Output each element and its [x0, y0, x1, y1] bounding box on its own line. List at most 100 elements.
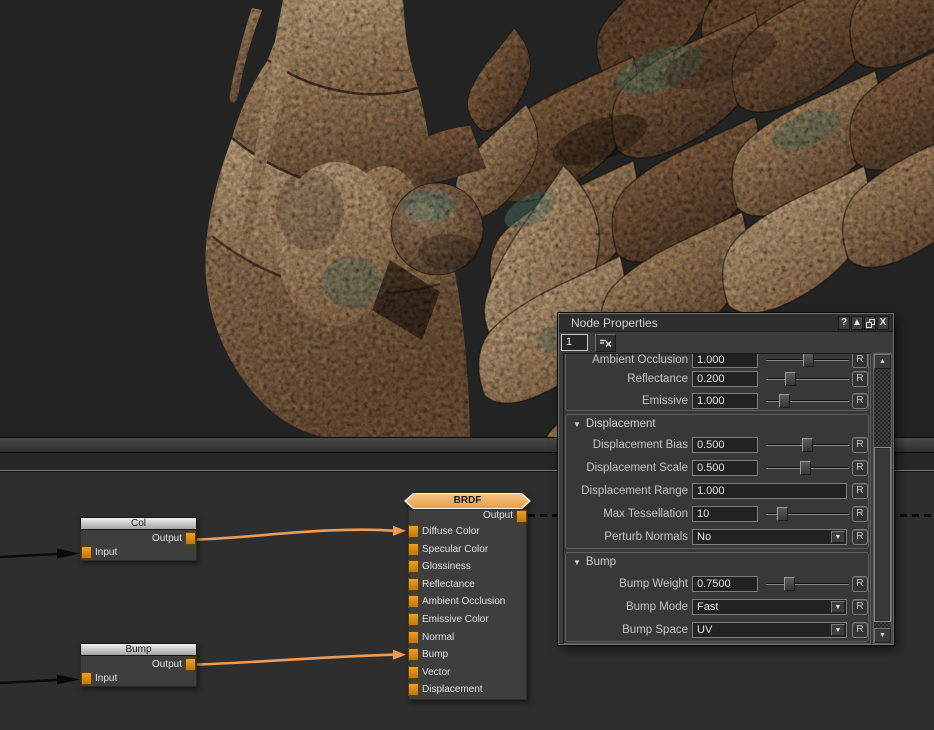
brdf-input-label: Normal	[422, 632, 454, 643]
displacement-bias-field[interactable]: 0.500	[692, 437, 758, 453]
param-label: Reflectance	[568, 373, 688, 385]
scroll-up-button[interactable]: ▲	[874, 354, 891, 369]
panel-scrollbar[interactable]: ▲ ▼	[873, 353, 892, 644]
brdf-input-label: Specular Color	[422, 544, 488, 555]
bump-input-socket[interactable]	[81, 672, 92, 685]
reset-button[interactable]: R	[852, 622, 868, 638]
emissive-field[interactable]: 1.000	[692, 393, 758, 409]
scroll-down-button[interactable]: ▼	[874, 628, 891, 643]
dropdown-arrow-icon[interactable]: ▼	[831, 531, 845, 543]
collapse-button[interactable]: ▲	[851, 316, 863, 330]
brdf-input-socket-reflectance[interactable]	[408, 578, 419, 591]
node-col[interactable]: Col Output Input	[80, 517, 197, 561]
scrollbar-thumb[interactable]	[874, 447, 891, 622]
displacement-bias-slider[interactable]	[766, 438, 849, 452]
displacement-scale-field[interactable]: 0.500	[692, 460, 758, 476]
param-label: Emissive	[568, 395, 688, 407]
panel-toolbar: 1	[559, 332, 893, 353]
bump-space-dropdown[interactable]: UV▼	[692, 622, 847, 638]
param-label: Max Tessellation	[568, 508, 688, 520]
reflectance-field[interactable]: 0.200	[692, 371, 758, 387]
comment-icon	[599, 338, 612, 348]
brdf-input-socket-displacement[interactable]	[408, 683, 419, 696]
brdf-input-label: Vector	[422, 667, 450, 678]
brdf-input-socket-glossiness[interactable]	[408, 560, 419, 573]
properties-scroll-area: Ambient Occlusion 1.000 R Reflectance 0.…	[563, 353, 871, 644]
reset-button[interactable]: R	[852, 483, 868, 499]
reset-button[interactable]: R	[852, 529, 868, 545]
max-tessellation-field[interactable]: 10	[692, 506, 758, 522]
bump-weight-slider[interactable]	[766, 577, 849, 591]
group-bump: ▼Bump Bump Weight 0.7500 R Bump Mode Fas…	[565, 552, 869, 642]
ambient-occlusion-slider[interactable]	[766, 353, 849, 367]
displacement-range-field[interactable]: 1.000	[692, 483, 847, 499]
ambient-occlusion-field[interactable]: 1.000	[692, 353, 758, 368]
param-label: Displacement Scale	[568, 462, 688, 474]
close-button[interactable]: X	[877, 316, 889, 330]
node-col-header[interactable]: Col	[80, 517, 197, 530]
param-label: Displacement Range	[568, 485, 688, 497]
node-bump-body: Output Input	[80, 656, 197, 687]
displacement-scale-slider[interactable]	[766, 461, 849, 475]
reset-button[interactable]: R	[852, 371, 868, 387]
brdf-input-socket-emissive-color[interactable]	[408, 613, 419, 626]
brdf-input-socket-normal[interactable]	[408, 631, 419, 644]
brdf-input-label: Emissive Color	[422, 614, 489, 625]
dropdown-arrow-icon[interactable]: ▼	[831, 601, 845, 613]
brdf-input-socket-diffuse-color[interactable]	[408, 525, 419, 538]
brdf-input-label: Bump	[422, 649, 448, 660]
brdf-output-socket[interactable]	[516, 510, 527, 523]
emissive-slider[interactable]	[766, 394, 849, 408]
reflectance-slider[interactable]	[766, 372, 849, 386]
restore-icon	[866, 319, 875, 328]
brdf-input-socket-vector[interactable]	[408, 666, 419, 679]
comment-button[interactable]	[595, 334, 616, 352]
restore-button[interactable]	[864, 316, 876, 330]
application-window: Col Output Input Bump Output Input	[0, 0, 934, 730]
displacement-section-header[interactable]: ▼Displacement	[573, 418, 656, 430]
brdf-input-label: Ambient Occlusion	[422, 596, 505, 607]
bump-output-socket[interactable]	[185, 658, 196, 671]
param-label: Bump Weight	[568, 578, 688, 590]
node-col-body: Output Input	[80, 530, 197, 561]
node-index-field[interactable]: 1	[561, 334, 588, 351]
node-brdf-body: Output Diffuse Color Specular Color Glos…	[408, 509, 527, 700]
bump-weight-field[interactable]: 0.7500	[692, 576, 758, 592]
brdf-input-socket-specular-color[interactable]	[408, 543, 419, 556]
node-bump[interactable]: Bump Output Input	[80, 643, 197, 687]
max-tessellation-slider[interactable]	[766, 507, 849, 521]
reset-button[interactable]: R	[852, 599, 868, 615]
param-label: Bump Mode	[568, 601, 688, 613]
col-output-label: Output	[152, 533, 182, 544]
brdf-input-socket-bump[interactable]	[408, 648, 419, 661]
section-collapse-icon: ▼	[573, 420, 581, 429]
brdf-input-label: Reflectance	[422, 579, 475, 590]
param-label: Ambient Occlusion	[568, 354, 688, 366]
node-properties-panel: Node Properties ? ▲ X 1 Ambient Occlus	[558, 313, 894, 645]
help-button[interactable]: ?	[838, 316, 850, 330]
bump-input-label: Input	[95, 673, 117, 684]
bump-section-header[interactable]: ▼Bump	[573, 556, 616, 568]
reset-button[interactable]: R	[852, 353, 868, 368]
reset-button[interactable]: R	[852, 393, 868, 409]
group-shading: Ambient Occlusion 1.000 R Reflectance 0.…	[565, 353, 869, 411]
perturb-normals-dropdown[interactable]: No▼	[692, 529, 847, 545]
brdf-input-socket-ambient-occlusion[interactable]	[408, 595, 419, 608]
param-label: Bump Space	[568, 624, 688, 636]
node-brdf-header[interactable]: BRDF	[406, 494, 529, 508]
node-bump-header[interactable]: Bump	[80, 643, 197, 656]
bump-output-label: Output	[152, 659, 182, 670]
col-output-socket[interactable]	[185, 532, 196, 545]
node-brdf-selection-outline[interactable]: BRDF	[404, 493, 531, 509]
brdf-input-label: Diffuse Color	[422, 526, 480, 537]
reset-button[interactable]: R	[852, 576, 868, 592]
reset-button[interactable]: R	[852, 437, 868, 453]
param-label: Perturb Normals	[568, 531, 688, 543]
reset-button[interactable]: R	[852, 460, 868, 476]
bump-mode-dropdown[interactable]: Fast▼	[692, 599, 847, 615]
brdf-input-label: Displacement	[422, 684, 483, 695]
dropdown-arrow-icon[interactable]: ▼	[831, 624, 845, 636]
reset-button[interactable]: R	[852, 506, 868, 522]
section-collapse-icon: ▼	[573, 558, 581, 567]
col-input-socket[interactable]	[81, 546, 92, 559]
